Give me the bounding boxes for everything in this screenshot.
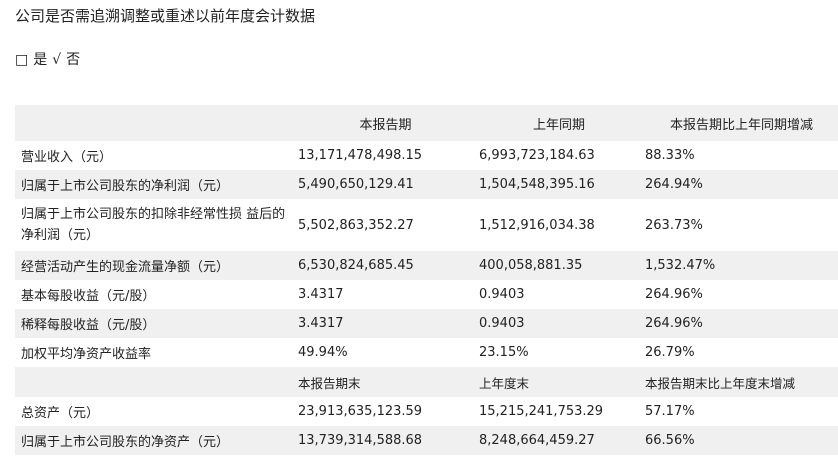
subheader-cell [15, 367, 292, 397]
current-value: 5,490,650,129.41 [298, 177, 414, 192]
table-row: 归属于上市公司股东的净利润（元） 5,490,650,129.41 1,504,… [15, 170, 838, 199]
current-value: 5,502,863,352.27 [298, 217, 414, 233]
table-row: 归属于上市公司股东的净资产（元） 13,739,314,588.68 8,248… [15, 426, 838, 455]
header-cell: 上年同期 [532, 117, 585, 133]
restatement-answer: □ 是 √ 否 [15, 48, 85, 72]
subheader-cell: 本报告期末比上年度末增减 [645, 375, 796, 391]
prior-value: 15,215,241,753.29 [479, 404, 604, 419]
change-value: 264.96% [645, 316, 703, 331]
change-value: 264.96% [645, 287, 703, 302]
table-header-row: 本报告期 上年同期 本报告期比上年同期增减 [15, 105, 838, 141]
option-yes: 是 [33, 52, 48, 68]
header-cell: 本报告期比上年同期增减 [669, 117, 813, 133]
change-value: 26.79% [645, 345, 695, 360]
key-financial-data-table: 本报告期 上年同期 本报告期比上年同期增减 营业收入（元） 13,171,478… [15, 105, 838, 455]
prior-value: 0.9403 [479, 287, 525, 302]
current-value: 13,171,478,498.15 [298, 148, 423, 163]
change-value: 88.33% [645, 148, 695, 163]
row-label: 经营活动产生的现金流量净额（元） [21, 260, 230, 275]
table-row: 经营活动产生的现金流量净额（元） 6,530,824,685.45 400,05… [15, 251, 838, 280]
current-value: 13,739,314,588.68 [298, 433, 423, 448]
unchecked-box-icon: □ [15, 52, 29, 68]
current-value: 49.94% [298, 345, 348, 360]
row-label: 营业收入（元） [21, 150, 113, 165]
row-label: 归属于上市公司股东的净利润（元） [21, 179, 230, 194]
prior-value: 23.15% [479, 345, 529, 360]
change-value: 264.94% [645, 177, 703, 192]
check-mark-icon: √ [52, 52, 62, 68]
row-label: 归属于上市公司股东的扣除非经常性损 益后的净利润（元） [21, 207, 286, 243]
header-cell [15, 105, 292, 141]
row-label: 总资产（元） [21, 406, 100, 421]
prior-value: 400,058,881.35 [479, 258, 583, 273]
section-heading: 公司是否需追溯调整或重述以前年度会计数据 [15, 7, 316, 25]
table-row: 营业收入（元） 13,171,478,498.15 6,993,723,184.… [15, 141, 838, 170]
row-label: 基本每股收益（元/股） [21, 289, 156, 304]
prior-value: 1,504,548,395.16 [479, 177, 595, 192]
table-subheader-row: 本报告期末 上年度末 本报告期末比上年度末增减 [15, 367, 838, 397]
table-row: 加权平均净资产收益率 49.94% 23.15% 26.79% [15, 338, 838, 367]
current-value: 3.4317 [298, 287, 344, 302]
current-value: 6,530,824,685.45 [298, 258, 414, 273]
table-row: 稀释每股收益（元/股） 3.4317 0.9403 264.96% [15, 309, 838, 338]
change-value: 57.17% [645, 404, 695, 419]
prior-value: 1,512,916,034.38 [479, 217, 595, 233]
subheader-cell: 本报告期末 [298, 375, 361, 391]
change-value: 263.73% [645, 217, 703, 233]
change-value: 1,532.47% [645, 258, 716, 273]
table-row: 总资产（元） 23,913,635,123.59 15,215,241,753.… [15, 397, 838, 426]
row-label: 加权平均净资产收益率 [21, 347, 152, 362]
header-cell: 本报告期 [359, 117, 412, 133]
option-no: 否 [66, 52, 81, 68]
row-label: 归属于上市公司股东的净资产（元） [21, 435, 230, 450]
current-value: 3.4317 [298, 316, 344, 331]
row-label: 稀释每股收益（元/股） [21, 318, 156, 333]
table-row: 归属于上市公司股东的扣除非经常性损 益后的净利润（元） 5,502,863,35… [15, 199, 838, 251]
current-value: 23,913,635,123.59 [298, 404, 423, 419]
table-row: 基本每股收益（元/股） 3.4317 0.9403 264.96% [15, 280, 838, 309]
prior-value: 8,248,664,459.27 [479, 433, 595, 448]
subheader-cell: 上年度末 [479, 375, 530, 391]
prior-value: 6,993,723,184.63 [479, 148, 595, 163]
change-value: 66.56% [645, 433, 695, 448]
prior-value: 0.9403 [479, 316, 525, 331]
